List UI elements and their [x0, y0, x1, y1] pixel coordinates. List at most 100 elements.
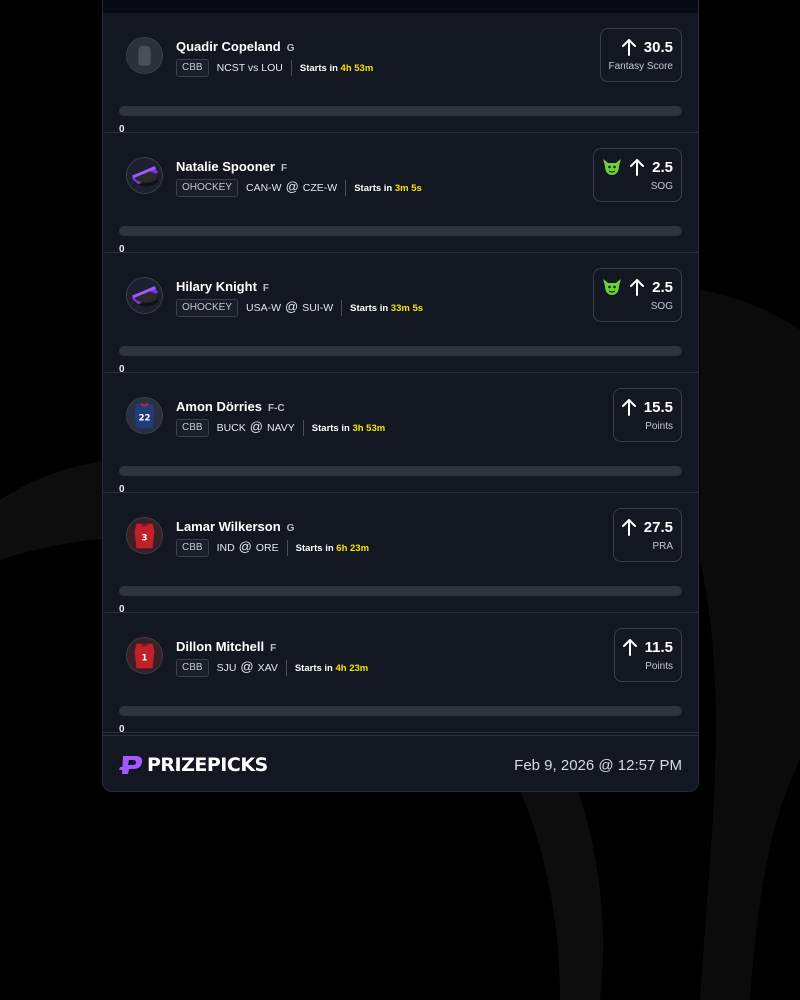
jersey-icon: 22 [127, 398, 162, 433]
game-meta: CBB SJU @ XAV Starts in 4h 23m [176, 659, 368, 677]
starts-label: Starts in [354, 182, 393, 194]
team-home: USA-W [246, 302, 282, 314]
stat-type: PRA [652, 541, 673, 552]
projection-box[interactable]: 30.5 Fantasy Score [599, 28, 682, 82]
divider [345, 180, 347, 196]
player-name-row: Lamar Wilkerson G [176, 519, 294, 534]
player-avatar [126, 37, 163, 74]
svg-text:3: 3 [142, 534, 148, 544]
at-symbol: @ [249, 418, 263, 434]
projection-line: 27.5 [621, 516, 673, 538]
matchup-text: NCST vs LOU [216, 62, 283, 74]
at-symbol: @ [285, 298, 299, 314]
player-avatar: 1 [126, 637, 163, 674]
divider [302, 420, 304, 436]
progress-bar [119, 706, 682, 716]
line-value: 2.5 [652, 158, 673, 176]
matchup: CAN-W @ CZE-W [246, 179, 338, 196]
pick-row[interactable]: 22 Amon Dörries F-C CBB BUCK @ NAVY Starts in 3… [103, 373, 698, 495]
stat-type: Points [645, 421, 673, 432]
line-value: 2.5 [652, 278, 673, 296]
league-badge: CBB [176, 419, 209, 437]
matchup: NCST vs LOU [217, 62, 283, 74]
player-name-row: Dillon Mitchell F [176, 639, 276, 654]
game-meta: OHOCKEY CAN-W @ CZE-W Starts in 3m 5s [176, 179, 422, 197]
stat-type: Points [645, 661, 673, 672]
stat-type: SOG [650, 181, 673, 192]
matchup: BUCK @ NAVY [217, 418, 295, 436]
progress-bar [119, 226, 682, 236]
pick-row[interactable]: 1 Dillon Mitchell F CBB SJU @ XAV Starts in 4h … [103, 613, 698, 735]
start-time: Starts in 3m 5s [354, 183, 422, 194]
stat-type: Fantasy Score [608, 61, 673, 72]
starts-label: Starts in [294, 662, 333, 674]
projection-line: 30.5 [609, 36, 673, 58]
projection-box[interactable]: 27.5 PRA [612, 508, 682, 562]
start-time: Starts in 33m 5s [350, 303, 423, 314]
projection-line: 2.5 [602, 156, 673, 178]
line-value: 27.5 [643, 518, 673, 536]
team-away: CZE-W [302, 182, 338, 194]
at-symbol: @ [240, 658, 254, 674]
player-name-row: Natalie Spooner F [176, 159, 287, 174]
divider [341, 300, 343, 316]
starts-label: Starts in [299, 62, 338, 74]
game-meta: CBB NCST vs LOU Starts in 4h 53m [176, 59, 373, 77]
player-avatar [126, 277, 163, 314]
projection-box[interactable]: 15.5 Points [612, 388, 682, 442]
lineup-card: Quadir Copeland G CBB NCST vs LOU Starts in … [102, 0, 699, 792]
game-meta: CBB IND @ ORE Starts in 6h 23m [176, 539, 369, 557]
progress-bar [119, 586, 682, 596]
team-home: IND [216, 542, 235, 554]
countdown: 6h 23m [336, 542, 370, 554]
player-name: Quadir Copeland [176, 39, 281, 54]
pick-row[interactable]: Natalie Spooner F OHOCKEY CAN-W @ CZE-W Starts… [103, 133, 698, 255]
starts-label: Starts in [311, 422, 350, 434]
league-badge: CBB [176, 659, 209, 677]
pick-row[interactable]: 3 Lamar Wilkerson G CBB IND @ ORE Starts in 6h … [103, 493, 698, 615]
matchup: IND @ ORE [216, 538, 279, 556]
player-name-row: Amon Dörries F-C [176, 399, 285, 414]
goblin-icon [603, 279, 622, 295]
starts-label: Starts in [295, 542, 334, 554]
divider [286, 540, 288, 556]
countdown: 4h 23m [335, 662, 369, 674]
projection-line: 11.5 [622, 636, 673, 658]
picks-list: Quadir Copeland G CBB NCST vs LOU Starts in … [103, 13, 698, 735]
matchup: SJU @ XAV [217, 658, 278, 676]
starts-label: Starts in [350, 302, 389, 314]
start-time: Starts in 4h 23m [295, 663, 368, 674]
start-time: Starts in 6h 23m [296, 543, 369, 554]
team-home: CAN-W [246, 182, 282, 194]
player-name: Amon Dörries [176, 399, 262, 414]
start-time: Starts in 3h 53m [312, 423, 385, 434]
current-stat-count: 0 [119, 724, 125, 735]
jersey-icon: 3 [127, 518, 162, 553]
player-name-row: Quadir Copeland G [176, 39, 295, 54]
pick-row[interactable]: Hilary Knight F OHOCKEY USA-W @ SUI-W Starts i… [103, 253, 698, 375]
player-avatar [126, 157, 163, 194]
projection-box[interactable]: 11.5 Points [613, 628, 682, 682]
countdown: 3h 53m [352, 422, 386, 434]
player-name: Dillon Mitchell [176, 639, 265, 654]
brand-name: PRIZEPICKS [147, 754, 268, 776]
projection-line: 2.5 [602, 276, 673, 298]
player-avatar: 22 [126, 397, 163, 434]
matchup: USA-W @ SUI-W [246, 298, 333, 316]
line-value: 15.5 [643, 398, 673, 416]
player-avatar: 3 [126, 517, 163, 554]
jersey-icon: 1 [127, 638, 162, 673]
player-placeholder-icon [127, 38, 162, 73]
hockey-puck-icon [127, 278, 162, 313]
divider [290, 60, 292, 76]
game-meta: OHOCKEY USA-W @ SUI-W Starts in 33m 5s [176, 299, 423, 317]
league-badge: OHOCKEY [176, 179, 239, 197]
projection-box[interactable]: 2.5 SOG [593, 148, 682, 202]
league-badge: OHOCKEY [176, 299, 239, 317]
brand-logo: PRIZEPICKS [119, 754, 268, 776]
pick-row[interactable]: Quadir Copeland G CBB NCST vs LOU Starts in … [103, 13, 698, 135]
projection-box[interactable]: 2.5 SOG [593, 268, 682, 322]
divider [285, 660, 287, 676]
team-away: NAVY [266, 422, 295, 434]
at-symbol: @ [238, 538, 252, 554]
